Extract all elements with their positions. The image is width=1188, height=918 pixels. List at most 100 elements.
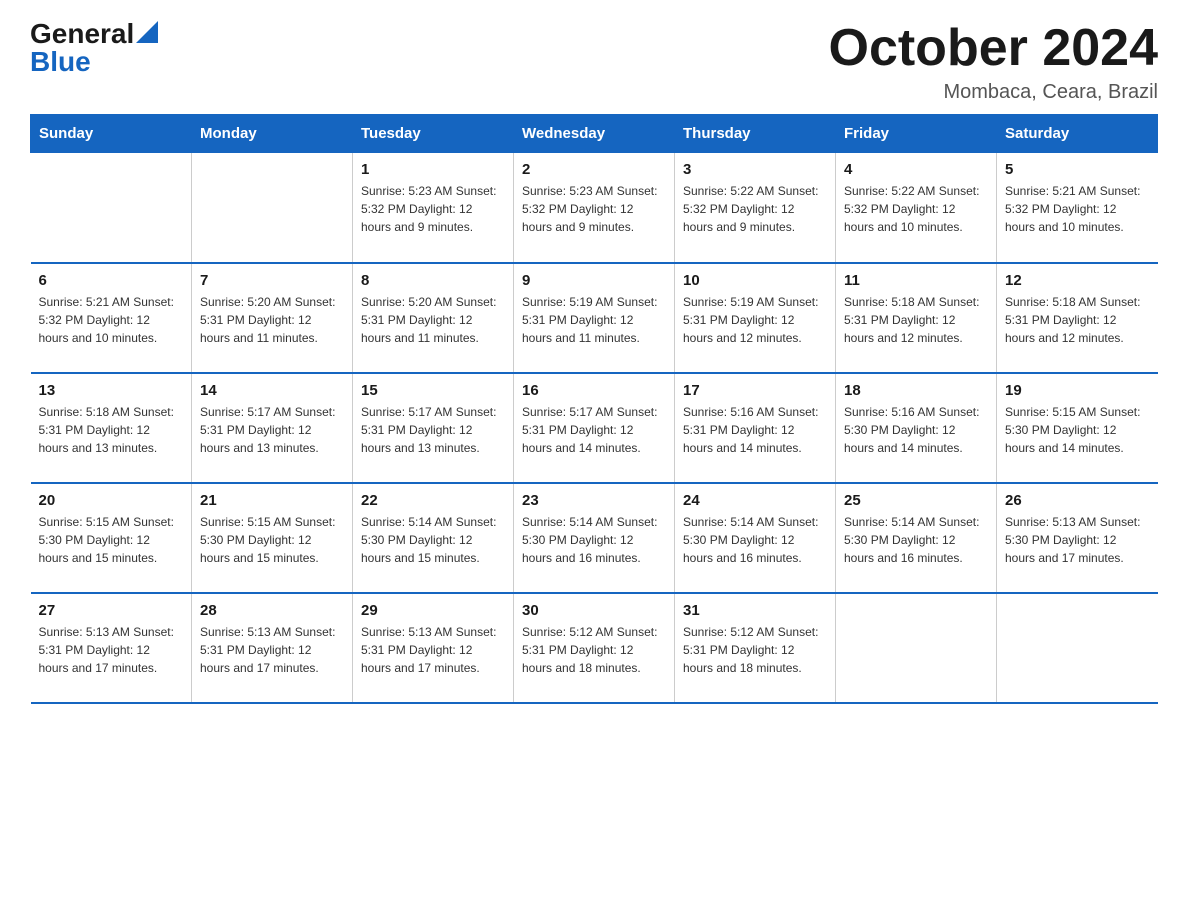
day-info: Sunrise: 5:16 AM Sunset: 5:31 PM Dayligh… (683, 403, 827, 457)
day-number: 15 (361, 382, 505, 399)
calendar-cell: 21 Sunrise: 5:15 AM Sunset: 5:30 PM Dayli… (192, 483, 353, 593)
month-title: October 2024 (829, 20, 1159, 77)
day-number: 4 (844, 161, 988, 178)
day-number: 14 (200, 382, 344, 399)
day-info: Sunrise: 5:13 AM Sunset: 5:31 PM Dayligh… (39, 623, 184, 677)
calendar-cell: 7 Sunrise: 5:20 AM Sunset: 5:31 PM Daylig… (192, 263, 353, 373)
day-number: 26 (1005, 492, 1150, 509)
day-info: Sunrise: 5:21 AM Sunset: 5:32 PM Dayligh… (39, 293, 184, 347)
day-number: 3 (683, 161, 827, 178)
day-info: Sunrise: 5:13 AM Sunset: 5:31 PM Dayligh… (361, 623, 505, 677)
logo-general: General (30, 20, 134, 48)
calendar-cell: 2 Sunrise: 5:23 AM Sunset: 5:32 PM Daylig… (514, 153, 675, 263)
calendar-cell: 17 Sunrise: 5:16 AM Sunset: 5:31 PM Dayli… (675, 373, 836, 483)
calendar-cell: 22 Sunrise: 5:14 AM Sunset: 5:30 PM Dayli… (353, 483, 514, 593)
calendar-cell: 14Sunrise: 5:17 AM Sunset: 5:31 PM Dayli… (192, 373, 353, 483)
logo: General Blue (30, 20, 158, 76)
day-number: 25 (844, 492, 988, 509)
calendar-cell: 15 Sunrise: 5:17 AM Sunset: 5:31 PM Dayli… (353, 373, 514, 483)
day-number: 11 (844, 272, 988, 289)
calendar-week-row: 6 Sunrise: 5:21 AM Sunset: 5:32 PM Daylig… (31, 263, 1158, 373)
day-info: Sunrise: 5:13 AM Sunset: 5:30 PM Dayligh… (1005, 513, 1150, 567)
day-info: Sunrise: 5:19 AM Sunset: 5:31 PM Dayligh… (683, 293, 827, 347)
calendar-cell: 25 Sunrise: 5:14 AM Sunset: 5:30 PM Dayli… (836, 483, 997, 593)
page-header: General Blue October 2024 Mombaca, Ceara… (30, 20, 1158, 104)
calendar-week-row: 1 Sunrise: 5:23 AM Sunset: 5:32 PM Daylig… (31, 153, 1158, 263)
calendar-cell: 3Sunrise: 5:22 AM Sunset: 5:32 PM Daylig… (675, 153, 836, 263)
calendar-cell: 13 Sunrise: 5:18 AM Sunset: 5:31 PM Dayli… (31, 373, 192, 483)
day-number: 9 (522, 272, 666, 289)
day-number: 17 (683, 382, 827, 399)
calendar-header-row: SundayMondayTuesdayWednesdayThursdayFrid… (31, 115, 1158, 153)
day-info: Sunrise: 5:18 AM Sunset: 5:31 PM Dayligh… (39, 403, 184, 457)
calendar-cell: 30Sunrise: 5:12 AM Sunset: 5:31 PM Dayli… (514, 593, 675, 703)
calendar-cell: 23Sunrise: 5:14 AM Sunset: 5:30 PM Dayli… (514, 483, 675, 593)
day-header-tuesday: Tuesday (353, 115, 514, 153)
day-info: Sunrise: 5:21 AM Sunset: 5:32 PM Dayligh… (1005, 182, 1150, 236)
calendar-cell: 28 Sunrise: 5:13 AM Sunset: 5:31 PM Dayli… (192, 593, 353, 703)
day-number: 28 (200, 602, 344, 619)
day-info: Sunrise: 5:14 AM Sunset: 5:30 PM Dayligh… (522, 513, 666, 567)
calendar-week-row: 27Sunrise: 5:13 AM Sunset: 5:31 PM Dayli… (31, 593, 1158, 703)
calendar-cell: 24Sunrise: 5:14 AM Sunset: 5:30 PM Dayli… (675, 483, 836, 593)
calendar-cell: 4Sunrise: 5:22 AM Sunset: 5:32 PM Daylig… (836, 153, 997, 263)
day-info: Sunrise: 5:15 AM Sunset: 5:30 PM Dayligh… (39, 513, 184, 567)
day-number: 24 (683, 492, 827, 509)
day-number: 7 (200, 272, 344, 289)
day-number: 13 (39, 382, 184, 399)
day-info: Sunrise: 5:12 AM Sunset: 5:31 PM Dayligh… (683, 623, 827, 677)
day-info: Sunrise: 5:19 AM Sunset: 5:31 PM Dayligh… (522, 293, 666, 347)
day-number: 29 (361, 602, 505, 619)
day-info: Sunrise: 5:23 AM Sunset: 5:32 PM Dayligh… (361, 182, 505, 236)
day-info: Sunrise: 5:15 AM Sunset: 5:30 PM Dayligh… (1005, 403, 1150, 457)
calendar-cell: 8 Sunrise: 5:20 AM Sunset: 5:31 PM Daylig… (353, 263, 514, 373)
day-info: Sunrise: 5:18 AM Sunset: 5:31 PM Dayligh… (1005, 293, 1150, 347)
day-number: 22 (361, 492, 505, 509)
day-number: 20 (39, 492, 184, 509)
day-info: Sunrise: 5:20 AM Sunset: 5:31 PM Dayligh… (200, 293, 344, 347)
day-info: Sunrise: 5:18 AM Sunset: 5:31 PM Dayligh… (844, 293, 988, 347)
calendar-cell: 19 Sunrise: 5:15 AM Sunset: 5:30 PM Dayli… (997, 373, 1158, 483)
day-header-monday: Monday (192, 115, 353, 153)
calendar-cell: 6 Sunrise: 5:21 AM Sunset: 5:32 PM Daylig… (31, 263, 192, 373)
day-number: 2 (522, 161, 666, 178)
day-number: 8 (361, 272, 505, 289)
day-number: 19 (1005, 382, 1150, 399)
calendar-cell: 18Sunrise: 5:16 AM Sunset: 5:30 PM Dayli… (836, 373, 997, 483)
calendar-table: SundayMondayTuesdayWednesdayThursdayFrid… (30, 114, 1158, 704)
day-info: Sunrise: 5:23 AM Sunset: 5:32 PM Dayligh… (522, 182, 666, 236)
calendar-cell: 20 Sunrise: 5:15 AM Sunset: 5:30 PM Dayli… (31, 483, 192, 593)
day-header-wednesday: Wednesday (514, 115, 675, 153)
day-info: Sunrise: 5:14 AM Sunset: 5:30 PM Dayligh… (844, 513, 988, 567)
day-header-saturday: Saturday (997, 115, 1158, 153)
day-info: Sunrise: 5:12 AM Sunset: 5:31 PM Dayligh… (522, 623, 666, 677)
calendar-cell (836, 593, 997, 703)
calendar-week-row: 13 Sunrise: 5:18 AM Sunset: 5:31 PM Dayli… (31, 373, 1158, 483)
day-number: 16 (522, 382, 666, 399)
calendar-cell (997, 593, 1158, 703)
calendar-cell (192, 153, 353, 263)
day-number: 31 (683, 602, 827, 619)
day-number: 12 (1005, 272, 1150, 289)
logo-arrow-icon (136, 21, 158, 43)
day-info: Sunrise: 5:15 AM Sunset: 5:30 PM Dayligh… (200, 513, 344, 567)
calendar-cell: 16 Sunrise: 5:17 AM Sunset: 5:31 PM Dayli… (514, 373, 675, 483)
day-info: Sunrise: 5:20 AM Sunset: 5:31 PM Dayligh… (361, 293, 505, 347)
calendar-cell: 29 Sunrise: 5:13 AM Sunset: 5:31 PM Dayli… (353, 593, 514, 703)
calendar-cell: 9 Sunrise: 5:19 AM Sunset: 5:31 PM Daylig… (514, 263, 675, 373)
day-number: 21 (200, 492, 344, 509)
day-info: Sunrise: 5:17 AM Sunset: 5:31 PM Dayligh… (522, 403, 666, 457)
day-info: Sunrise: 5:14 AM Sunset: 5:30 PM Dayligh… (361, 513, 505, 567)
calendar-cell: 10Sunrise: 5:19 AM Sunset: 5:31 PM Dayli… (675, 263, 836, 373)
day-header-sunday: Sunday (31, 115, 192, 153)
calendar-week-row: 20 Sunrise: 5:15 AM Sunset: 5:30 PM Dayli… (31, 483, 1158, 593)
calendar-cell: 11 Sunrise: 5:18 AM Sunset: 5:31 PM Dayli… (836, 263, 997, 373)
day-header-friday: Friday (836, 115, 997, 153)
day-info: Sunrise: 5:13 AM Sunset: 5:31 PM Dayligh… (200, 623, 344, 677)
day-number: 1 (361, 161, 505, 178)
day-number: 5 (1005, 161, 1150, 178)
title-section: October 2024 Mombaca, Ceara, Brazil (829, 20, 1159, 104)
day-info: Sunrise: 5:17 AM Sunset: 5:31 PM Dayligh… (361, 403, 505, 457)
calendar-cell (31, 153, 192, 263)
day-number: 6 (39, 272, 184, 289)
